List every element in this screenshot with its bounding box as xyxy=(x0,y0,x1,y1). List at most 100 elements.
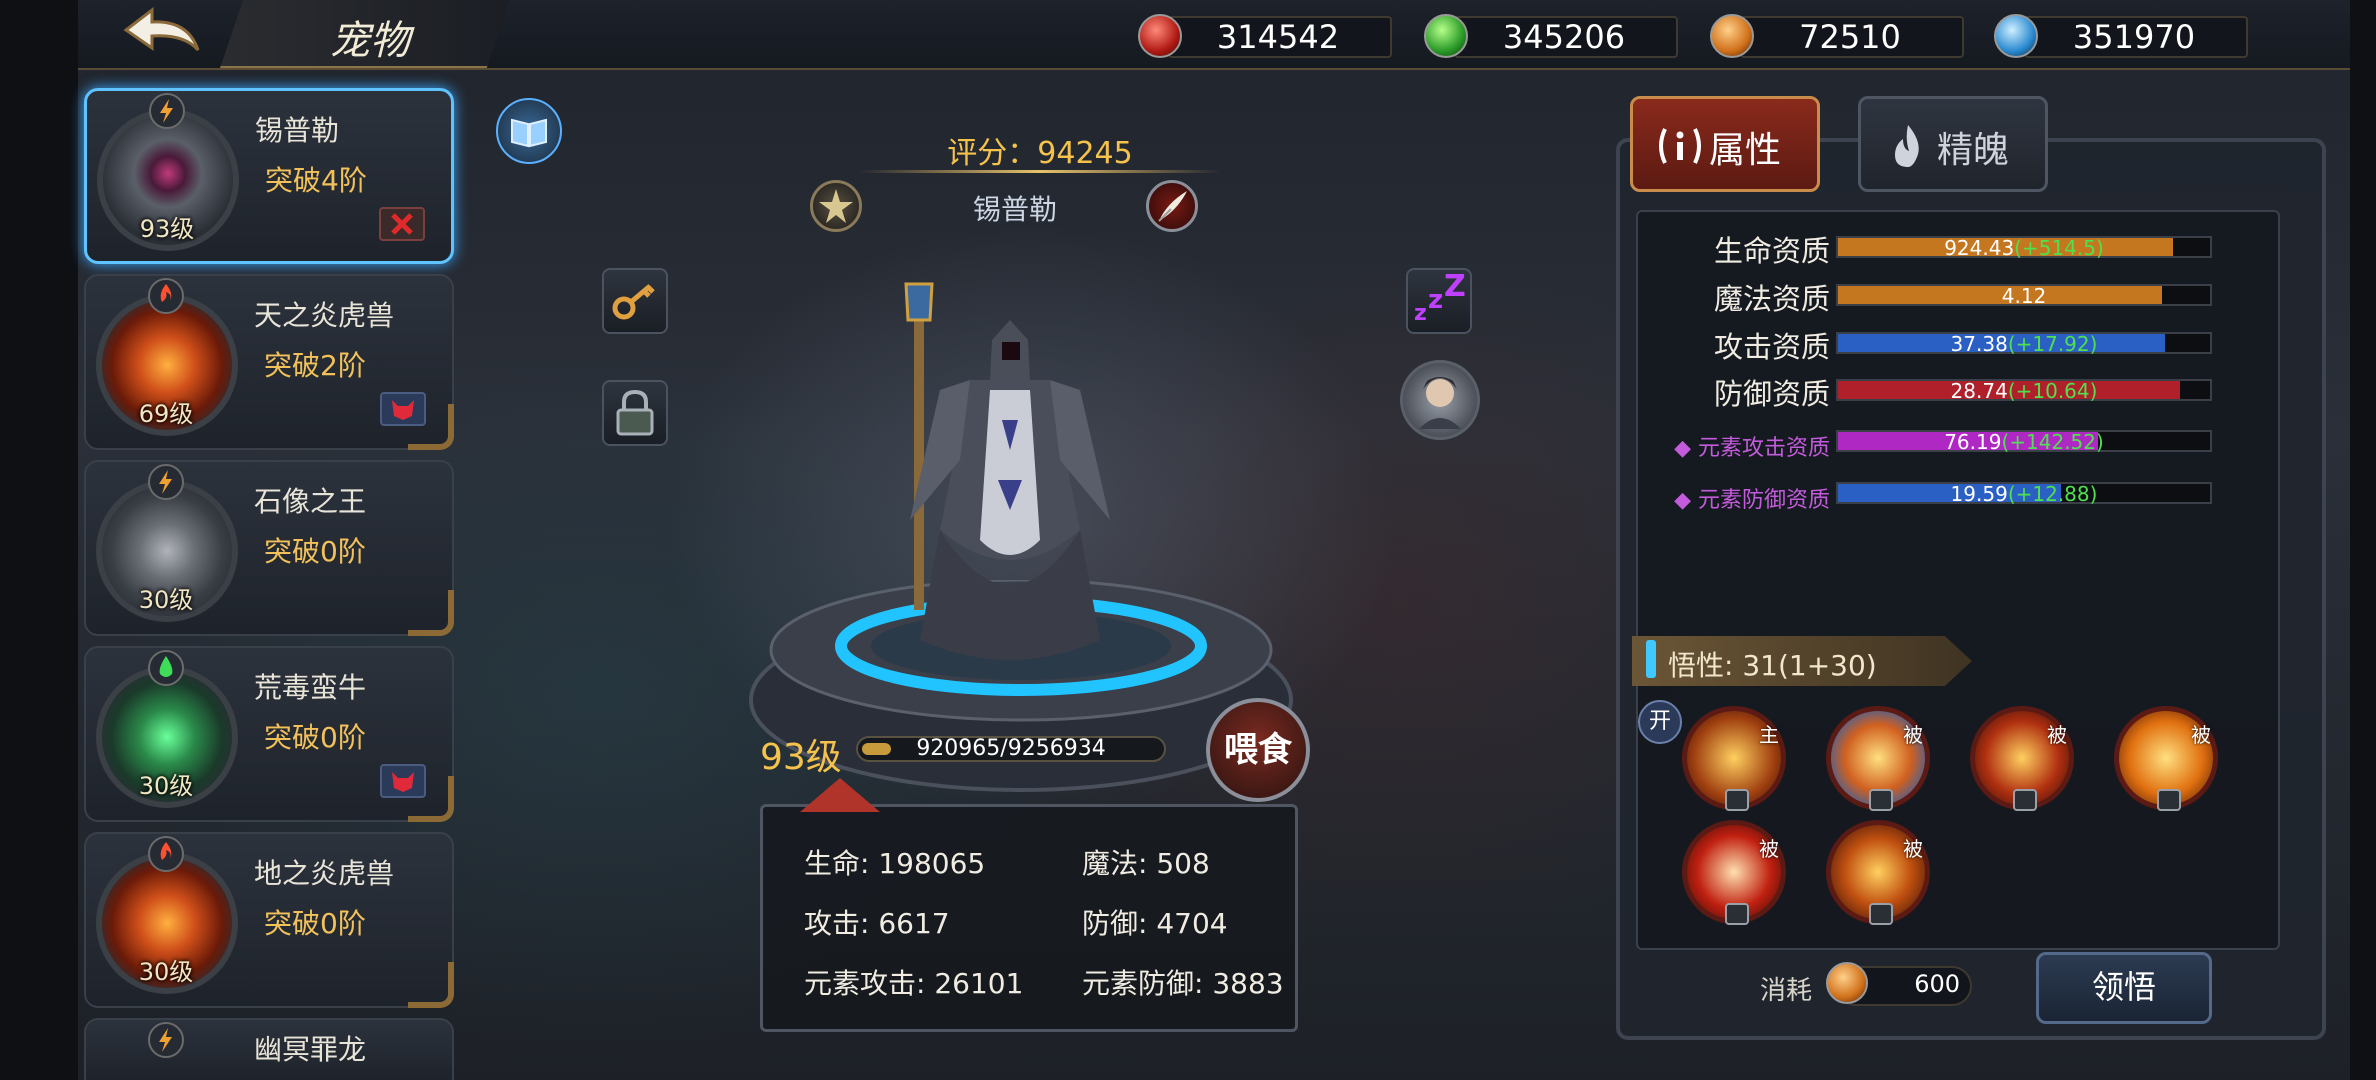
fire-element-icon xyxy=(148,278,184,314)
lock-icon xyxy=(1869,903,1893,925)
battle-flag-icon xyxy=(379,207,425,241)
poison-element-icon xyxy=(148,650,184,686)
attribute-label-text: 元素防御资质 xyxy=(1697,488,1830,513)
pet-list-item[interactable]: 93级 锡普勒 突破4阶 xyxy=(84,88,454,264)
pet-score: 评分：94245 xyxy=(947,136,1133,171)
back-arrow-icon xyxy=(123,6,200,52)
exclamation-icon xyxy=(1646,640,1656,678)
handbook-button[interactable] xyxy=(496,98,562,164)
rename-button[interactable] xyxy=(1146,180,1198,232)
pet-name: 天之炎虎兽 xyxy=(254,299,395,332)
pet-stage: 突破2阶 xyxy=(264,349,366,382)
skill-slot[interactable]: 主 xyxy=(1682,706,1786,811)
attribute-bar: 76.19(+142.52) xyxy=(1836,430,2212,454)
skill-slot[interactable]: 被 xyxy=(1826,820,1930,925)
collapse-arrow-button[interactable] xyxy=(800,778,880,812)
exp-text: 920965/9256934 xyxy=(916,736,1106,761)
tab-spirit[interactable]: 精魄 xyxy=(1858,96,2048,192)
flame-icon xyxy=(1895,125,1919,167)
key-button[interactable] xyxy=(602,268,668,334)
attribute-bonus-value: (+17.92) xyxy=(2007,332,2098,356)
pet-name: 幽冥罪龙 xyxy=(254,1033,367,1066)
attribute-value: 28.74(+10.64) xyxy=(1838,379,2210,403)
stat-hp: 生命: 198065 xyxy=(804,847,986,880)
sleep-button[interactable]: zzZ xyxy=(1406,268,1472,334)
pet-level: 30级 xyxy=(138,772,194,800)
green-gem-icon xyxy=(1424,14,1468,58)
pet-model xyxy=(904,282,1110,660)
skill-slot[interactable]: 被 xyxy=(1682,820,1786,925)
skill-slot[interactable]: 被 xyxy=(1826,706,1930,811)
attribute-label-text: 生命资质 xyxy=(1713,234,1830,268)
attribute-value: 4.12 xyxy=(1838,284,2210,308)
attribute-label: 防御资质 xyxy=(1660,371,1830,413)
resource-green: 345206 xyxy=(1424,14,1678,58)
resource-value: 314542 xyxy=(1216,18,1340,56)
open-skill-toggle[interactable]: 开 xyxy=(1638,700,1682,744)
card-corner xyxy=(408,404,454,450)
lock-icon xyxy=(616,389,654,436)
svg-text:z: z xyxy=(1428,285,1443,315)
pet-name: 石像之王 xyxy=(254,485,367,518)
skill-slot[interactable]: 被 xyxy=(2114,706,2218,811)
right-edge xyxy=(2350,0,2376,1080)
comprehend-button[interactable]: 领悟 xyxy=(2036,952,2212,1024)
attribute-bar: 19.59(+12.88) xyxy=(1836,482,2212,506)
attribute-label: 魔法资质 xyxy=(1660,276,1830,318)
pet-name: 锡普勒 xyxy=(255,114,340,147)
attribute-bonus-value: (+514.5) xyxy=(2014,236,2104,260)
attribute-bar: 924.43(+514.5) xyxy=(1836,236,2212,260)
fire-element-icon xyxy=(148,836,184,872)
pet-list-item[interactable]: 69级 天之炎虎兽 突破2阶 xyxy=(84,274,454,450)
tab-label: 精魄 xyxy=(1937,130,2010,171)
pet-stage: 突破0阶 xyxy=(264,721,366,754)
lightning-element-icon xyxy=(149,93,185,129)
lock-icon xyxy=(1725,903,1749,925)
book-icon xyxy=(511,118,547,148)
skill-type-tag: 被 xyxy=(2047,723,2067,747)
resource-blue: 351970 xyxy=(1994,14,2248,58)
pet-stage: 突破0阶 xyxy=(264,535,366,568)
orange-gem-icon xyxy=(1826,962,1868,1004)
back-button[interactable] xyxy=(118,4,208,62)
attribute-bar: 37.38(+17.92) xyxy=(1836,332,2212,356)
attribute-base-value: 76.19 xyxy=(1944,430,2002,454)
exp-bar: 920965/9256934 xyxy=(856,736,1166,762)
trainer-avatar-button[interactable] xyxy=(1400,360,1480,440)
pet-title-name: 锡普勒 xyxy=(972,193,1057,226)
pet-list-item[interactable]: 30级 石像之王 突破0阶 xyxy=(84,460,454,636)
attribute-label: ◆ 元素防御资质 xyxy=(1660,482,1830,514)
blue-gem-icon xyxy=(1994,14,2038,58)
feather-quill-icon xyxy=(1158,191,1187,222)
pet-name: 地之炎虎兽 xyxy=(254,857,395,890)
pet-list-item[interactable]: 30级 荒毒蛮牛 突破0阶 xyxy=(84,646,454,822)
skill-type-tag: 被 xyxy=(1903,723,1923,747)
lock-button[interactable] xyxy=(602,380,668,446)
stat-atk: 攻击: 6617 xyxy=(804,907,950,940)
svg-text:Z: Z xyxy=(1444,270,1466,304)
attribute-bar: 28.74(+10.64) xyxy=(1836,379,2212,403)
cost-label: 消耗 xyxy=(1760,976,1813,1006)
lock-icon xyxy=(1725,789,1749,811)
resource-value: 351970 xyxy=(2072,18,2196,56)
pet-level-label: 93级 xyxy=(760,737,842,778)
feed-button[interactable]: 喂食 xyxy=(1206,698,1310,802)
attribute-value: 19.59(+12.88) xyxy=(1838,482,2210,506)
pet-level: 30级 xyxy=(138,586,194,614)
pet-level: 93级 xyxy=(139,215,195,243)
sleep-zzz-icon: zzZ xyxy=(1414,269,1466,326)
pet-list-item[interactable]: 幽冥罪龙 xyxy=(84,1018,454,1080)
page-title: 宠物 xyxy=(330,18,410,64)
resource-value: 72510 xyxy=(1799,18,1901,56)
skill-slot[interactable]: 被 xyxy=(1970,706,2074,811)
stat-elem-def: 元素防御: 3883 xyxy=(1082,967,1284,1000)
red-gem-icon xyxy=(1138,14,1182,58)
attribute-label-text: 防御资质 xyxy=(1713,377,1830,411)
pet-list-item[interactable]: 30级 地之炎虎兽 突破0阶 xyxy=(84,832,454,1008)
stat-def: 防御: 4704 xyxy=(1082,907,1228,940)
attribute-bar: 4.12 xyxy=(1836,284,2212,308)
tab-attributes[interactable]: 属性 xyxy=(1630,96,1820,192)
attribute-bonus-value: (+142.52) xyxy=(2001,430,2104,454)
attribute-bonus-value: (+10.64) xyxy=(2007,379,2098,403)
key-icon xyxy=(612,284,655,320)
